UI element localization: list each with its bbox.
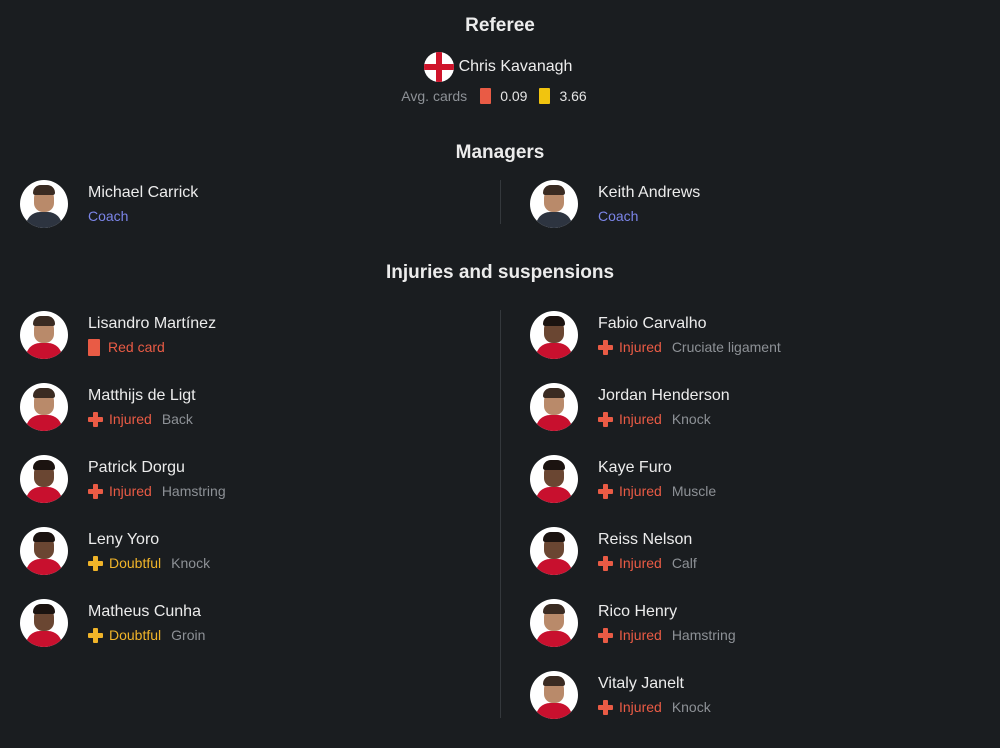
lineup-details-panel: Referee Chris Kavanagh Avg. cards 0.09 3… bbox=[0, 0, 1000, 748]
injury-row[interactable]: Kaye Furo Injured Muscle bbox=[530, 455, 716, 503]
managers-divider bbox=[500, 180, 501, 224]
manager-name: Keith Andrews bbox=[598, 184, 701, 201]
player-avatar bbox=[530, 383, 578, 431]
injury-row[interactable]: Fabio Carvalho Injured Cruciate ligament bbox=[530, 311, 781, 359]
injury-cross-icon bbox=[598, 411, 613, 427]
injury-row[interactable]: Lisandro Martínez Red card bbox=[20, 311, 216, 359]
injury-reason: Calf bbox=[671, 555, 697, 571]
injury-reason: Muscle bbox=[671, 483, 717, 499]
home-manager[interactable]: Michael Carrick Coach bbox=[20, 180, 198, 228]
player-status: Injured bbox=[619, 555, 662, 571]
player-name: Kaye Furo bbox=[598, 459, 672, 476]
player-status: Injured bbox=[109, 483, 152, 499]
referee-name: Chris Kavanagh bbox=[458, 58, 573, 75]
manager-role: Coach bbox=[598, 208, 639, 224]
injury-row[interactable]: Matthijs de Ligt Injured Back bbox=[20, 383, 196, 431]
injuries-title: Injuries and suspensions bbox=[385, 262, 615, 283]
injury-reason: Back bbox=[161, 411, 193, 427]
player-avatar bbox=[20, 383, 68, 431]
player-status: Injured bbox=[619, 411, 662, 427]
player-name: Jordan Henderson bbox=[598, 387, 730, 404]
player-status: Injured bbox=[619, 339, 662, 355]
player-name: Rico Henry bbox=[598, 603, 678, 620]
player-name: Fabio Carvalho bbox=[598, 315, 707, 332]
player-name: Patrick Dorgu bbox=[88, 459, 185, 476]
doubtful-cross-icon bbox=[88, 627, 103, 643]
player-status: Injured bbox=[619, 699, 662, 715]
player-name: Reiss Nelson bbox=[598, 531, 693, 548]
injury-reason: Groin bbox=[171, 627, 206, 643]
referee-title: Referee bbox=[465, 15, 535, 36]
doubtful-cross-icon bbox=[88, 555, 103, 571]
red-card-icon bbox=[88, 338, 100, 356]
player-avatar bbox=[530, 527, 578, 575]
injuries-divider bbox=[500, 310, 501, 718]
player-name: Matthijs de Ligt bbox=[88, 387, 196, 404]
injury-row[interactable]: Jordan Henderson Injured Knock bbox=[530, 383, 730, 431]
injury-cross-icon bbox=[598, 627, 613, 643]
injury-row[interactable]: Vitaly Janelt Injured Knock bbox=[530, 671, 711, 719]
injury-row[interactable]: Rico Henry Injured Hamstring bbox=[530, 599, 736, 647]
injury-reason: Knock bbox=[671, 411, 711, 427]
player-avatar bbox=[20, 311, 68, 359]
injury-row[interactable]: Matheus Cunha Doubtful Groin bbox=[20, 599, 205, 647]
player-avatar bbox=[530, 455, 578, 503]
injury-reason: Hamstring bbox=[671, 627, 736, 643]
player-status: Injured bbox=[619, 483, 662, 499]
injury-reason: Knock bbox=[171, 555, 211, 571]
player-status: Doubtful bbox=[109, 555, 162, 571]
avg-cards-label: Avg. cards bbox=[401, 88, 468, 104]
managers-title: Managers bbox=[455, 142, 545, 163]
yellow-card-avg: 3.66 bbox=[559, 88, 587, 104]
player-status: Doubtful bbox=[109, 627, 162, 643]
injury-cross-icon bbox=[88, 411, 103, 427]
england-flag-icon bbox=[423, 52, 454, 82]
player-name: Vitaly Janelt bbox=[598, 675, 684, 692]
player-status: Injured bbox=[619, 627, 662, 643]
manager-name: Michael Carrick bbox=[88, 184, 199, 201]
injury-reason: Hamstring bbox=[161, 483, 226, 499]
player-status: Injured bbox=[109, 411, 152, 427]
manager-avatar bbox=[530, 180, 578, 228]
player-name: Lisandro Martínez bbox=[88, 315, 217, 332]
player-avatar bbox=[20, 455, 68, 503]
away-manager[interactable]: Keith Andrews Coach bbox=[530, 180, 700, 228]
player-avatar bbox=[530, 599, 578, 647]
yellow-card-icon bbox=[539, 88, 551, 104]
referee-link[interactable]: Chris Kavanagh bbox=[423, 52, 573, 82]
injury-reason: Cruciate ligament bbox=[671, 339, 781, 355]
manager-avatar bbox=[20, 180, 68, 228]
injury-reason: Knock bbox=[671, 699, 711, 715]
injury-cross-icon bbox=[598, 699, 613, 715]
referee-avg-cards: Avg. cards 0.09 3.66 bbox=[0, 88, 1000, 104]
injury-row[interactable]: Reiss Nelson Injured Calf bbox=[530, 527, 697, 575]
injury-cross-icon bbox=[598, 339, 613, 355]
injury-cross-icon bbox=[598, 483, 613, 499]
injury-row[interactable]: Leny Yoro Doubtful Knock bbox=[20, 527, 210, 575]
player-status: Red card bbox=[108, 339, 165, 355]
injury-cross-icon bbox=[88, 483, 103, 499]
red-card-icon bbox=[480, 88, 492, 104]
injury-row[interactable]: Patrick Dorgu Injured Hamstring bbox=[20, 455, 226, 503]
manager-role: Coach bbox=[88, 208, 129, 224]
player-avatar bbox=[20, 599, 68, 647]
player-name: Matheus Cunha bbox=[88, 603, 201, 620]
player-name: Leny Yoro bbox=[88, 531, 160, 548]
red-card-avg: 0.09 bbox=[500, 88, 528, 104]
injury-cross-icon bbox=[598, 555, 613, 571]
referee-row: Chris Kavanagh bbox=[0, 52, 1000, 82]
player-avatar bbox=[530, 671, 578, 719]
player-avatar bbox=[20, 527, 68, 575]
player-avatar bbox=[530, 311, 578, 359]
